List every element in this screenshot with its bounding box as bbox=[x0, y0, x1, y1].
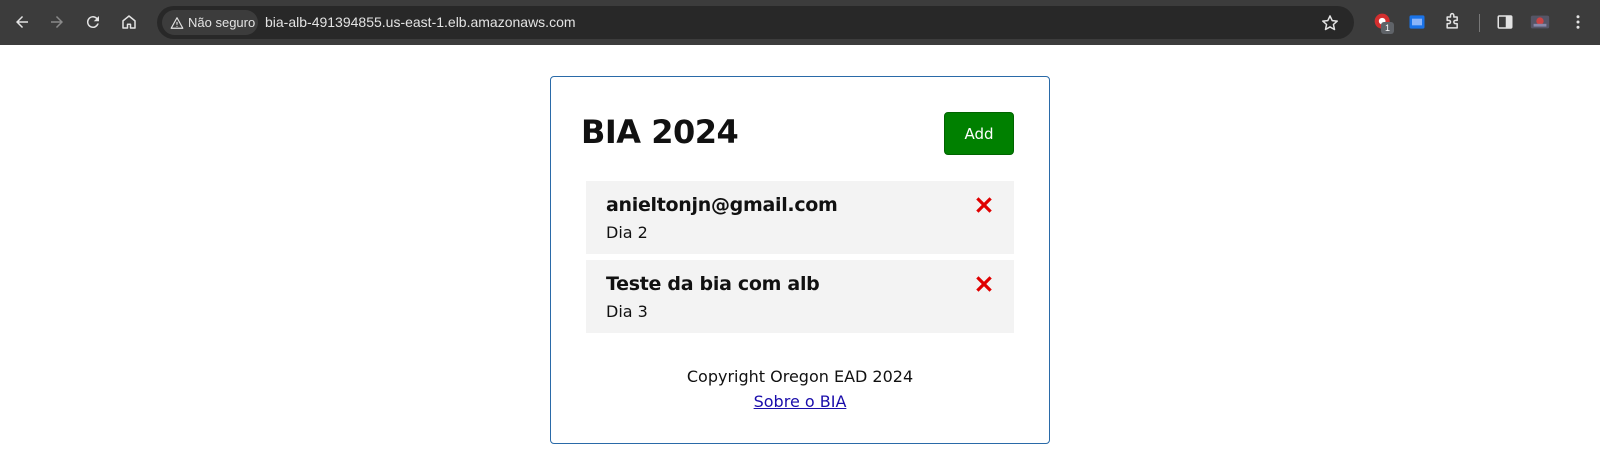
menu-icon bbox=[1576, 15, 1580, 29]
side-panel-button[interactable] bbox=[1494, 11, 1516, 33]
extension-icon bbox=[1409, 15, 1425, 29]
star-icon[interactable] bbox=[1320, 13, 1340, 33]
security-label: Não seguro bbox=[188, 15, 256, 30]
url-text[interactable]: bia-alb-491394855.us-east-1.elb.amazonaw… bbox=[265, 14, 576, 30]
about-link[interactable]: Sobre o BIA bbox=[754, 392, 847, 411]
delete-x-icon[interactable] bbox=[976, 276, 992, 292]
address-bar[interactable]: Não seguro bia-alb-491394855.us-east-1.e… bbox=[157, 6, 1354, 39]
extensions-menu-button[interactable] bbox=[1442, 11, 1464, 33]
add-button[interactable]: Add bbox=[944, 112, 1014, 155]
task-day: Dia 2 bbox=[606, 223, 648, 242]
home-icon bbox=[122, 15, 136, 29]
delete-x-icon[interactable] bbox=[976, 197, 992, 213]
task-title: anieltonjn@gmail.com bbox=[606, 194, 838, 216]
forward-button[interactable] bbox=[44, 9, 70, 35]
side-panel-icon bbox=[1497, 15, 1513, 29]
task-day: Dia 3 bbox=[606, 302, 648, 321]
extension-button-2[interactable] bbox=[1406, 11, 1428, 33]
task-card: BIA 2024 Add anieltonjn@gmail.com Dia 2 … bbox=[550, 76, 1050, 444]
home-button[interactable] bbox=[116, 9, 142, 35]
task-item[interactable]: anieltonjn@gmail.com Dia 2 bbox=[586, 181, 1014, 254]
footer-link-container: Sobre o BIA bbox=[551, 392, 1049, 411]
reload-button[interactable] bbox=[80, 9, 106, 35]
back-button[interactable] bbox=[9, 9, 35, 35]
reload-icon bbox=[86, 16, 99, 29]
browser-menu-button[interactable] bbox=[1567, 11, 1589, 33]
page-title: BIA 2024 bbox=[581, 113, 739, 151]
task-item[interactable]: Teste da bia com alb Dia 3 bbox=[586, 260, 1014, 333]
browser-toolbar: Não seguro bia-alb-491394855.us-east-1.e… bbox=[0, 0, 1600, 45]
footer-copyright: Copyright Oregon EAD 2024 bbox=[686, 367, 914, 386]
extension-button[interactable]: 1 bbox=[1372, 11, 1394, 34]
toolbar-separator bbox=[1479, 14, 1480, 32]
back-arrow-icon bbox=[16, 16, 28, 28]
puzzle-icon bbox=[1446, 12, 1458, 29]
extension-badge: 1 bbox=[1381, 22, 1394, 34]
forward-arrow-icon bbox=[51, 16, 63, 28]
warning-icon bbox=[170, 16, 184, 29]
profile-icon bbox=[1530, 15, 1550, 29]
profile-button[interactable] bbox=[1529, 11, 1551, 33]
security-chip[interactable]: Não seguro bbox=[162, 10, 258, 35]
task-title: Teste da bia com alb bbox=[606, 273, 820, 295]
